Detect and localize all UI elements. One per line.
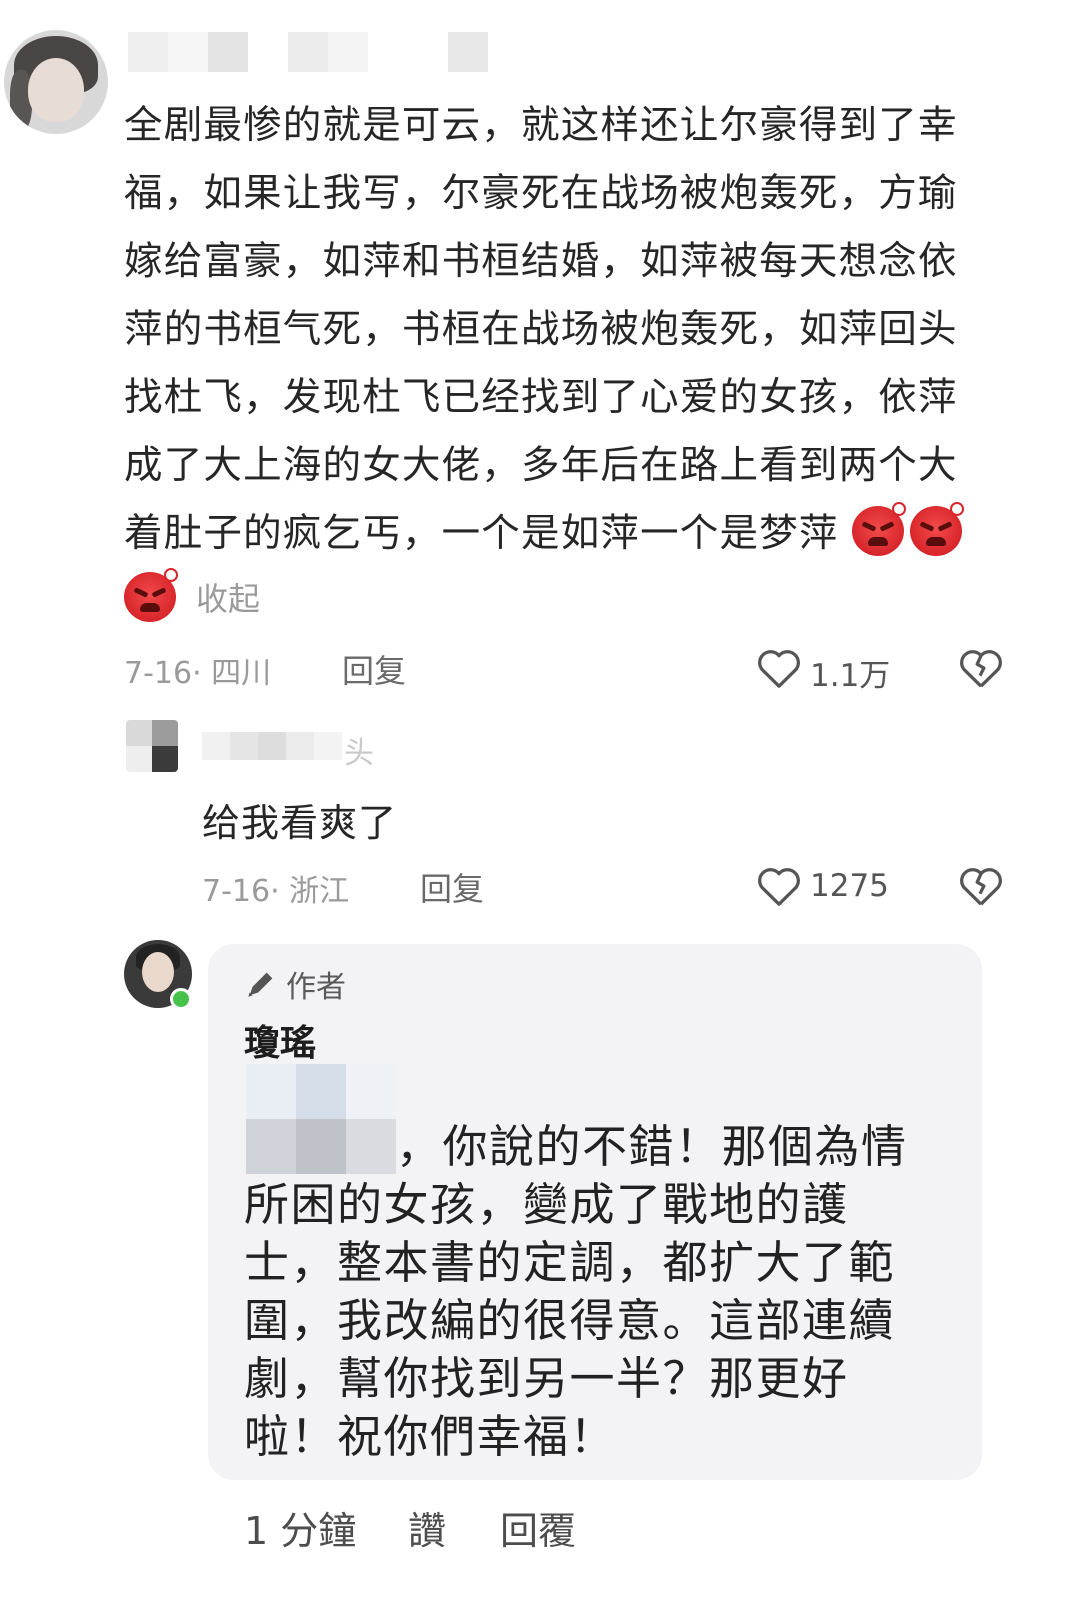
reply-line-text: ，你說的不錯！那個為情 <box>396 1120 908 1173</box>
heart-icon[interactable] <box>756 864 802 908</box>
heart-icon[interactable] <box>756 646 802 690</box>
angry-face-emoji <box>124 568 178 622</box>
author-reply-body: ，你說的不錯！那個為情 所困的女孩，變成了戰地的護 士，整本書的定調，都扩大了範… <box>244 1118 956 1466</box>
comment-line: 成了大上海的女大佬，多年后在路上看到两个大 <box>124 443 958 488</box>
reply-line: 劇，幫你找到另一半？那更好 <box>244 1352 849 1405</box>
reply-line: 士，整本書的定調，都扩大了範 <box>244 1236 896 1289</box>
comment-body: 全剧最惨的就是可云，就这样还让尔豪得到了幸 福，如果让我写，尔豪死在战场被炮轰死… <box>124 92 1004 568</box>
comment-line: 找杜飞，发现杜飞已经找到了心爱的女孩，依萍 <box>124 375 958 420</box>
comment-line: 萍的书桓气死，书桓在战场被炮轰死，如萍回头 <box>124 307 958 352</box>
comment-location: 四川 <box>211 656 272 691</box>
comment-line: 嫁给富豪，如萍和书桓结婚，如萍被每天想念依 <box>124 239 958 284</box>
censored-username <box>128 32 488 72</box>
reply-button[interactable]: 回复 <box>342 646 406 692</box>
author-tag: 作者 <box>244 962 346 1006</box>
collapse-button[interactable]: 收起 <box>196 574 260 620</box>
comment-meta: 7-16· 浙江 <box>202 874 350 909</box>
author-tag-label: 作者 <box>286 970 346 1005</box>
avatar[interactable] <box>126 720 178 772</box>
comment-thread: 全剧最惨的就是可云，就这样还让尔豪得到了幸 福，如果让我写，尔豪死在战场被炮轰死… <box>0 0 1080 1613</box>
author-name[interactable]: 瓊瑤 <box>244 1014 316 1066</box>
reply-line: ，你說的不錯！那個為情 <box>244 1118 956 1176</box>
comment-location: 浙江 <box>289 874 350 909</box>
comment-line: 福，如果让我写，尔豪死在战场被炮轰死，方瑜 <box>124 171 958 216</box>
like-count: 1275 <box>810 868 889 904</box>
comment-line-last: 着肚子的疯乞丐，一个是如萍一个是梦萍 <box>124 500 1004 568</box>
censored-username <box>202 732 342 760</box>
reply-time: 1 分鐘 <box>244 1509 357 1553</box>
reply-line: 圍，我改編的很得意。這部連續 <box>244 1294 896 1347</box>
comment-line: 全剧最惨的就是可云，就这样还让尔豪得到了幸 <box>124 103 958 148</box>
reply-line: 啦！祝你們幸福！ <box>244 1410 617 1463</box>
angry-face-emoji <box>852 502 907 556</box>
pen-icon <box>248 972 273 997</box>
reply-body: 给我看爽了 <box>202 801 398 845</box>
collapse-row: 收起 <box>124 568 260 622</box>
dislike-icon[interactable] <box>958 864 1004 908</box>
online-status-dot <box>170 988 192 1010</box>
reply-button[interactable]: 回复 <box>420 864 484 910</box>
reply-button[interactable]: 回覆 <box>500 1500 576 1555</box>
avatar[interactable] <box>4 30 108 134</box>
comment-date: 7-16 <box>202 874 271 909</box>
like-button[interactable]: 讚 <box>408 1500 446 1555</box>
reply-line: 所困的女孩，變成了戰地的護 <box>244 1178 849 1231</box>
username-suffix: 头 <box>344 736 374 771</box>
comment-date: 7-16 <box>124 656 193 691</box>
dislike-icon[interactable] <box>958 646 1004 690</box>
like-count: 1.1万 <box>810 658 891 694</box>
comment-meta: 7-16· 四川 <box>124 656 272 691</box>
angry-face-emoji <box>910 502 965 556</box>
comment-line: 着肚子的疯乞丐，一个是如萍一个是梦萍 <box>124 511 839 556</box>
